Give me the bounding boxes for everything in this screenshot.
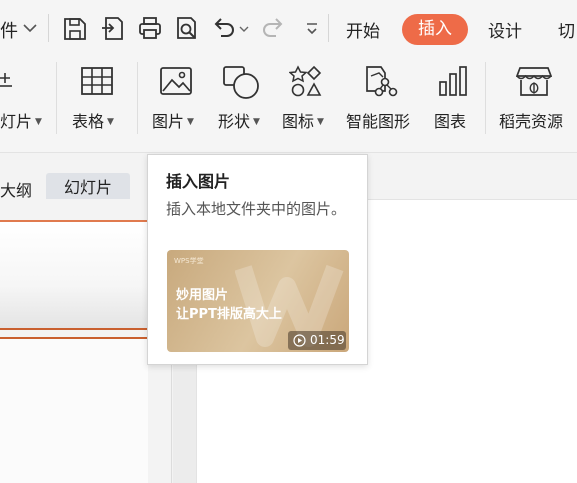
print-preview-icon[interactable] <box>174 14 200 42</box>
tab-insert[interactable]: 插入 <box>402 14 468 45</box>
table-icon <box>81 67 113 95</box>
video-duration-badge: 01:59 <box>288 331 346 350</box>
new-slide-icon <box>0 73 12 87</box>
file-menu[interactable]: 件 <box>0 17 18 43</box>
divider <box>485 62 486 134</box>
new-slide-label: 灯片 <box>0 112 33 131</box>
video-title-line2: 让PPT排版高大上 <box>176 307 282 322</box>
ribbon-insert: 灯片 ▼ 表格 ▼ 图片 ▼ 形状 ▼ 图标 ▼ 智能图形 图表 稻壳资源 <box>0 56 577 153</box>
insert-picture-tooltip: 插入图片 插入本地文件夹中的图片。 WPS学堂 妙用图片 让PPT排版高大上 0… <box>147 154 368 365</box>
customize-toolbar-icon[interactable] <box>305 20 319 38</box>
store-icon <box>516 67 552 96</box>
shape-icon <box>223 66 259 99</box>
tooltip-description: 插入本地文件夹中的图片。 <box>166 200 347 218</box>
quick-access-bar: 件 开始 插入 设计 切 <box>0 0 577 56</box>
smart-graphic-label: 智能图形 <box>346 112 411 131</box>
tab-design[interactable]: 设计 <box>488 17 522 42</box>
caret-down-icon: ▼ <box>187 117 194 127</box>
divider <box>137 62 138 134</box>
docer-resources-label: 稻壳资源 <box>499 112 564 131</box>
caret-down-icon: ▼ <box>107 117 114 127</box>
icons-gallery-icon <box>289 65 322 97</box>
tab-outline[interactable]: 大纲 <box>0 177 32 201</box>
bar-chart-icon <box>439 66 467 96</box>
video-brand: WPS学堂 <box>174 257 204 265</box>
divider <box>328 14 329 42</box>
undo-dropdown-icon[interactable] <box>239 24 249 34</box>
icons-label: 图标 <box>282 112 315 131</box>
caret-down-icon: ▼ <box>253 117 260 127</box>
redo-icon[interactable] <box>260 14 286 42</box>
chevron-down-icon[interactable] <box>22 20 38 36</box>
caret-down-icon: ▼ <box>317 117 324 127</box>
tutorial-video-thumbnail[interactable]: WPS学堂 妙用图片 让PPT排版高大上 01:59 <box>167 250 349 352</box>
video-duration: 01:59 <box>310 333 345 347</box>
save-icon[interactable] <box>62 14 88 42</box>
tab-transition[interactable]: 切 <box>558 17 575 42</box>
tooltip-title: 插入图片 <box>166 172 231 191</box>
smart-graphic-icon <box>366 66 398 97</box>
play-icon <box>293 334 306 347</box>
caret-down-icon: ▼ <box>35 117 42 127</box>
table-label: 表格 <box>72 112 105 131</box>
undo-icon[interactable] <box>211 14 237 42</box>
picture-icon <box>160 67 192 95</box>
divider <box>48 14 49 42</box>
tab-home[interactable]: 开始 <box>346 17 380 42</box>
slide-thumbnail[interactable] <box>0 220 148 330</box>
video-title-line1: 妙用图片 <box>176 288 229 303</box>
shape-label: 形状 <box>218 112 251 131</box>
print-icon[interactable] <box>137 14 163 42</box>
picture-label: 图片 <box>152 112 185 131</box>
export-pdf-icon[interactable] <box>100 14 126 42</box>
slide-thumbnail[interactable] <box>0 339 148 483</box>
chart-label: 图表 <box>434 112 467 131</box>
divider <box>56 62 57 134</box>
